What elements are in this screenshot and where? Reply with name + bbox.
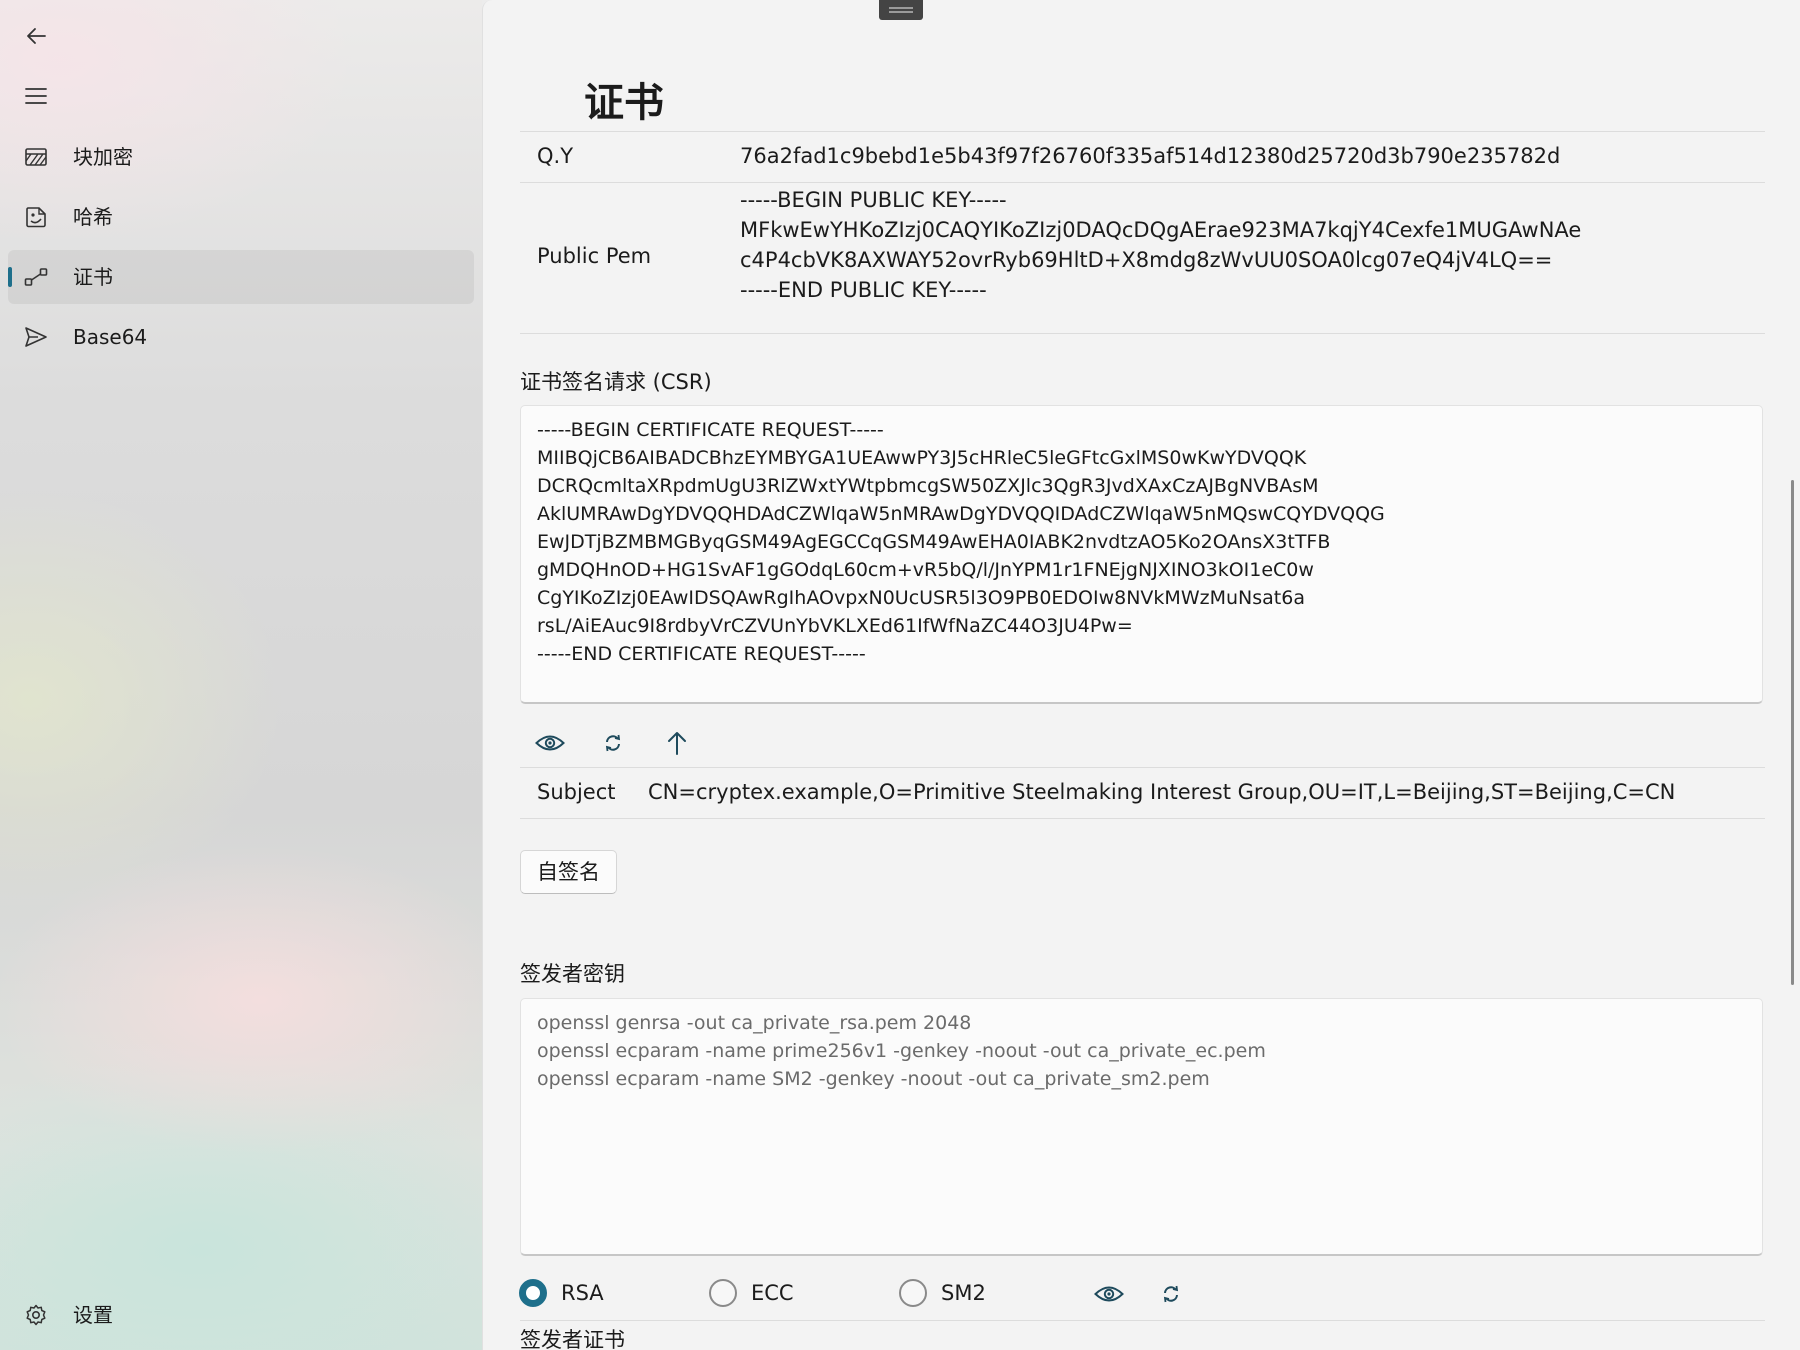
hamburger-menu-icon: [25, 88, 47, 104]
radio-label: ECC: [751, 1281, 794, 1305]
qy-label: Q.Y: [537, 144, 574, 168]
selection-indicator: [8, 267, 12, 287]
upload-csr-button[interactable]: [661, 727, 693, 759]
csr-text: -----BEGIN CERTIFICATE REQUEST----- MIIB…: [537, 419, 1385, 665]
back-button[interactable]: [16, 16, 56, 56]
navigation-pane: 块加密 哈希 证书 Base64 设置: [0, 0, 482, 1350]
back-arrow-icon: [27, 28, 46, 44]
nav-item-label: Base64: [73, 325, 148, 349]
radio-circle: [519, 1279, 547, 1307]
radio-label: RSA: [561, 1281, 604, 1305]
settings-label: 设置: [73, 1303, 113, 1327]
refresh-icon: [1163, 1285, 1179, 1303]
radio-circle: [899, 1279, 927, 1307]
page-title: 证书: [584, 80, 664, 126]
view-csr-button[interactable]: [534, 727, 566, 759]
eye-icon: [535, 735, 565, 751]
qy-value[interactable]: 76a2fad1c9bebd1e5b43f97f26760f335af514d1…: [740, 144, 1560, 168]
menu-toggle-button[interactable]: [16, 76, 56, 116]
radio-circle: [709, 1279, 737, 1307]
public-pem-value[interactable]: -----BEGIN PUBLIC KEY----- MFkwEwYHKoZIz…: [740, 185, 1581, 305]
send-icon: [25, 327, 47, 347]
radio-label: SM2: [941, 1281, 986, 1305]
self-sign-button[interactable]: 自签名: [520, 850, 617, 894]
nav-item-label: 块加密: [73, 145, 133, 169]
issuer-cert-label: 签发者证书: [520, 1328, 625, 1350]
divider: [520, 1320, 1765, 1321]
subject-row: Subject CN=cryptex.example,O=Primitive S…: [520, 767, 1765, 819]
regenerate-issuer-key-button[interactable]: [1155, 1278, 1187, 1310]
block-cipher-icon: [25, 148, 47, 166]
nav-item-hash[interactable]: 哈希: [8, 190, 474, 244]
issuer-key-label: 签发者密钥: [520, 962, 625, 986]
nav-item-base64[interactable]: Base64: [8, 310, 474, 364]
issuer-key-textbox[interactable]: openssl genrsa -out ca_private_rsa.pem 2…: [520, 998, 1763, 1256]
arrow-up-icon: [668, 732, 686, 755]
csr-textbox[interactable]: -----BEGIN CERTIFICATE REQUEST----- MIIB…: [520, 405, 1763, 704]
eye-icon: [1094, 1286, 1124, 1302]
hash-icon: [26, 207, 46, 228]
qy-row: Q.Y 76a2fad1c9bebd1e5b43f97f26760f335af5…: [520, 131, 1765, 183]
certificate-icon: [24, 268, 48, 286]
subject-value[interactable]: CN=cryptex.example,O=Primitive Steelmaki…: [648, 780, 1675, 804]
subject-label: Subject: [537, 780, 616, 804]
radio-rsa[interactable]: RSA: [519, 1276, 604, 1310]
refresh-icon: [605, 734, 621, 752]
content-frame: 证书 Q.Y 76a2fad1c9bebd1e5b43f97f26760f335…: [482, 0, 1800, 1350]
public-pem-label: Public Pem: [537, 244, 652, 268]
vertical-scrollbar[interactable]: [1791, 480, 1794, 985]
csr-label: 证书签名请求 (CSR): [520, 370, 712, 394]
nav-item-label: 证书: [73, 265, 113, 289]
nav-item-certificate[interactable]: 证书: [8, 250, 474, 304]
issuer-key-placeholder: openssl genrsa -out ca_private_rsa.pem 2…: [537, 1012, 1266, 1090]
regenerate-csr-button[interactable]: [597, 727, 629, 759]
view-issuer-key-button[interactable]: [1093, 1278, 1125, 1310]
drag-handle[interactable]: [879, 0, 923, 20]
nav-item-settings[interactable]: 设置: [8, 1288, 474, 1342]
nav-item-label: 哈希: [73, 205, 113, 229]
gear-icon: [26, 1304, 46, 1326]
radio-sm2[interactable]: SM2: [899, 1276, 986, 1310]
radio-ecc[interactable]: ECC: [709, 1276, 794, 1310]
nav-item-block-cipher[interactable]: 块加密: [8, 130, 474, 184]
public-pem-row: Public Pem -----BEGIN PUBLIC KEY----- MF…: [520, 182, 1765, 334]
